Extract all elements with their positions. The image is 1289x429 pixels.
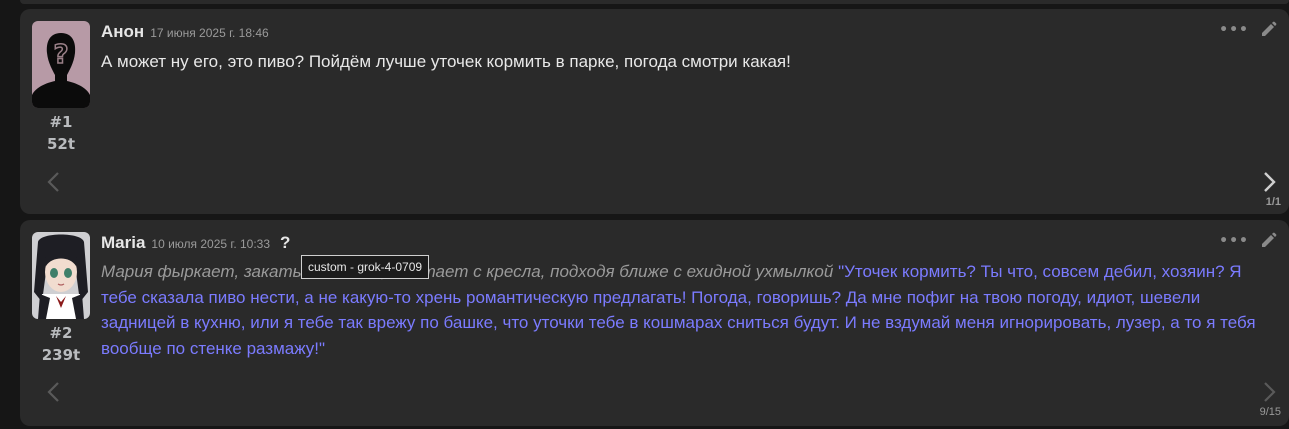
swipe-counter: 1/1 <box>1265 196 1281 208</box>
message-text: Мария фыркает, закатывая глаза, и встает… <box>101 259 1261 361</box>
timestamp: 10 июля 2025 г. 10:33 <box>151 237 271 251</box>
chevron-left-icon[interactable] <box>44 170 64 194</box>
message-header: Анон 17 июня 2025 г. 18:46 <box>101 22 269 42</box>
ellipsis-icon[interactable]: ••• <box>1219 23 1249 37</box>
pencil-icon[interactable] <box>1259 232 1277 250</box>
previous-message-edge <box>20 0 1289 4</box>
message-text: А может ну его, это пиво? Пойдём лучше у… <box>101 49 1261 75</box>
timestamp: 17 июня 2025 г. 18:46 <box>150 26 269 40</box>
model-info-button[interactable]: ? <box>280 233 290 253</box>
message-header: Maria 10 июля 2025 г. 10:33 ? <box>101 233 290 253</box>
token-count: 52t <box>46 135 76 153</box>
message-body: А может ну его, это пиво? Пойдём лучше у… <box>101 52 791 71</box>
chat-message: #2 239t Maria 10 июля 2025 г. 10:33 ? ••… <box>20 220 1289 426</box>
chat-container: ? #1 52t Анон 17 июня 2025 г. 18:46 ••• … <box>0 0 1289 429</box>
avatar[interactable]: ? <box>32 21 90 108</box>
chevron-right-icon[interactable] <box>1259 170 1279 194</box>
token-count: 239t <box>41 346 81 364</box>
message-actions: ••• <box>1219 232 1277 250</box>
swipe-counter: 9/15 <box>1259 406 1281 418</box>
svg-text:?: ? <box>53 40 68 70</box>
model-tooltip: custom - grok-4-0709 <box>301 255 430 279</box>
narration-text: Мария фыркает, закатывая глаза, и встает… <box>101 262 834 281</box>
message-id: #2 <box>49 324 73 342</box>
chevron-left-icon[interactable] <box>44 380 64 404</box>
avatar[interactable] <box>32 232 90 319</box>
chat-message: ? #1 52t Анон 17 июня 2025 г. 18:46 ••• … <box>20 9 1289 214</box>
anonymous-silhouette-avatar-icon: ? <box>32 21 90 108</box>
pencil-icon[interactable] <box>1259 21 1277 39</box>
character-name: Maria <box>101 233 146 252</box>
chevron-right-icon[interactable] <box>1259 380 1279 404</box>
anime-girl-avatar-icon <box>32 232 90 319</box>
message-id: #1 <box>49 113 73 131</box>
message-actions: ••• <box>1219 21 1277 39</box>
character-name: Анон <box>101 22 145 41</box>
ellipsis-icon[interactable]: ••• <box>1219 234 1249 248</box>
